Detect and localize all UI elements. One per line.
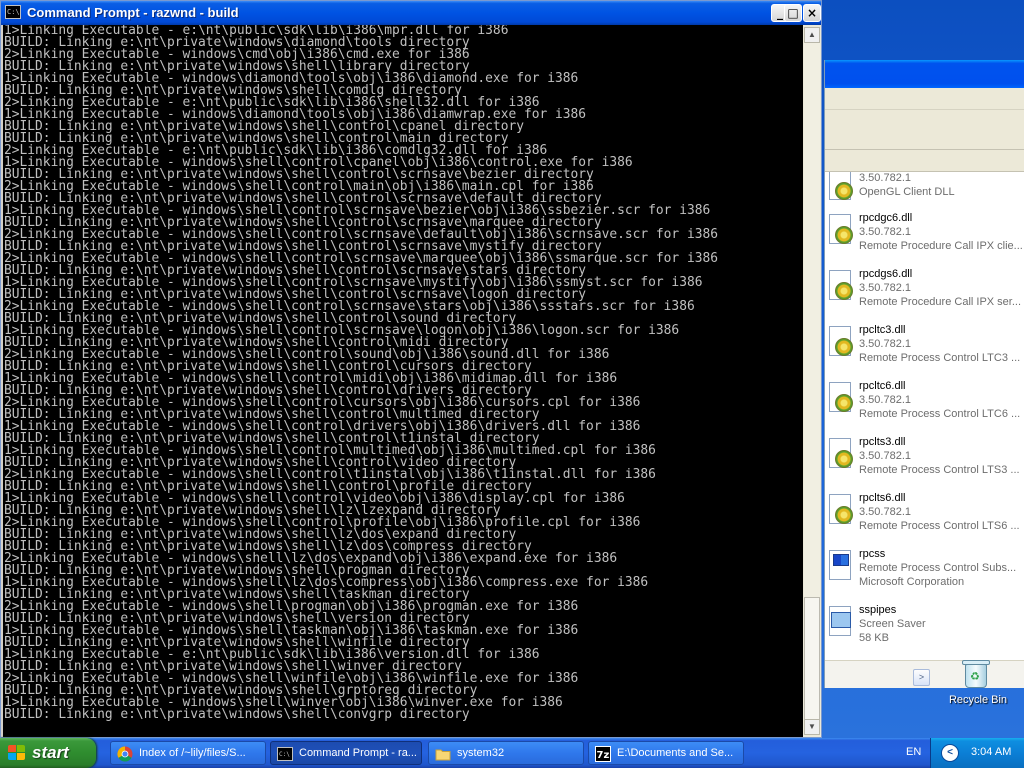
explorer-file-list[interactable]: 3.50.782.1 OpenGL Client DLL rpcdgc6.dll… [825,172,1024,660]
file-item[interactable]: rpcss Remote Process Control Subs... Mic… [825,546,1024,602]
file-company: Microsoft Corporation [859,576,965,588]
language-indicator[interactable]: EN [906,746,921,758]
svg-text:C:\: C:\ [279,751,290,758]
cmd-titlebar[interactable]: C:\ Command Prompt - razwnd - build _ □ … [1,1,821,25]
explorer-addressbar[interactable] [825,150,1024,172]
7zip-icon: 7z [595,746,611,762]
file-name: rpclts3.dll [859,436,906,448]
file-description: Remote Procedure Call IPX ser... [859,296,1022,308]
file-name: rpcltc3.dll [859,324,906,336]
console-line: BUILD: Linking e:\nt\private\windows\she… [4,707,470,722]
explorer-window[interactable]: 3.50.782.1 OpenGL Client DLL rpcdgc6.dll… [824,60,1024,688]
command-prompt-window[interactable]: C:\ Command Prompt - razwnd - build _ □ … [0,0,822,738]
file-item[interactable]: rpcdgs6.dll 3.50.782.1 Remote Procedure … [825,266,1024,322]
file-size: 58 KB [859,632,889,644]
scroll-up-button[interactable]: ▲ [804,27,820,43]
taskbar-item-label: system32 [457,747,505,759]
window-title: Command Prompt - razwnd - build [27,5,239,20]
system-tray: < 3:04 AM [930,738,1024,768]
file-description: OpenGL Client DLL [859,186,955,198]
scroll-right-button[interactable]: > [913,669,930,686]
file-description: Remote Process Control LTC6 ... [859,408,1021,420]
file-description: Remote Process Control Subs... [859,562,1017,574]
svg-text:7z: 7z [597,750,610,761]
screensaver-icon [827,606,855,640]
taskbar: start Index of /~lily/files/S... C:\ Com… [0,738,1024,768]
file-item[interactable]: rpcltc3.dll 3.50.782.1 Remote Process Co… [825,322,1024,378]
file-description: Remote Process Control LTS3 ... [859,464,1020,476]
chrome-icon [117,746,133,762]
dll-gear-icon [827,326,855,360]
recycle-bin-icon: ♻ [962,658,990,690]
taskbar-item-chrome[interactable]: Index of /~lily/files/S... [110,741,266,765]
file-version: 3.50.782.1 [859,282,911,294]
file-version: 3.50.782.1 [859,172,911,184]
file-version: 3.50.782.1 [859,226,911,238]
file-description: Remote Procedure Call IPX clie... [859,240,1023,252]
dll-gear-icon [827,270,855,304]
close-button[interactable]: × [803,4,821,22]
taskbar-item-system32[interactable]: system32 [428,741,584,765]
explorer-toolbar[interactable] [825,110,1024,150]
exe-window-icon [827,550,855,584]
explorer-titlebar[interactable] [825,60,1024,88]
windows-logo-icon [8,745,26,761]
dll-gear-icon [827,172,855,204]
file-version: 3.50.782.1 [859,338,911,350]
explorer-menubar[interactable] [825,88,1024,110]
taskbar-item-command-prompt[interactable]: C:\ Command Prompt - ra... [270,741,422,765]
file-type: Screen Saver [859,618,926,630]
taskbar-item-7zip[interactable]: 7z E:\Documents and Se... [588,741,744,765]
file-name: rpcltc6.dll [859,380,906,392]
dll-gear-icon [827,494,855,528]
file-name: rpcdgc6.dll [859,212,913,224]
recycle-bin-label: Recycle Bin [948,694,1008,706]
file-description: Remote Process Control LTC3 ... [859,352,1021,364]
file-item[interactable]: rpclts3.dll 3.50.782.1 Remote Process Co… [825,434,1024,490]
file-item[interactable]: rpcltc6.dll 3.50.782.1 Remote Process Co… [825,378,1024,434]
file-item[interactable]: sspipes Screen Saver 58 KB [825,602,1024,658]
scroll-down-button[interactable]: ▼ [804,719,820,735]
file-version: 3.50.782.1 [859,506,911,518]
taskbar-item-label: E:\Documents and Se... [617,747,734,759]
cmd-app-icon[interactable]: C:\ [5,5,21,19]
maximize-button[interactable]: □ [784,4,802,22]
file-name: rpcdgs6.dll [859,268,913,280]
recycle-bin-shortcut[interactable]: ♻ Recycle Bin [938,656,1018,716]
console-output[interactable]: 1>Linking Executable - e:\nt\public\sdk\… [3,25,803,737]
clock[interactable]: 3:04 AM [971,746,1011,758]
folder-icon [435,746,451,762]
cmd-icon: C:\ [277,746,293,762]
file-version: 3.50.782.1 [859,394,911,406]
dll-gear-icon [827,382,855,416]
file-name: rpcss [859,548,886,560]
taskbar-item-label: Command Prompt - ra... [299,747,417,759]
file-name: sspipes [859,604,897,616]
tray-arrow-icon[interactable]: < [941,744,959,762]
dll-gear-icon [827,214,855,248]
file-item[interactable]: rpcdgc6.dll 3.50.782.1 Remote Procedure … [825,210,1024,266]
taskbar-item-label: Index of /~lily/files/S... [139,747,246,759]
file-version: 3.50.782.1 [859,450,911,462]
start-label: start [32,743,69,762]
dll-gear-icon [827,438,855,472]
start-button[interactable]: start [0,738,96,768]
scroll-thumb[interactable] [804,597,820,721]
file-name: rpclts6.dll [859,492,906,504]
file-description: Remote Process Control LTS6 ... [859,520,1020,532]
vertical-scrollbar[interactable]: ▲ ▼ [803,25,821,737]
file-item[interactable]: rpclts6.dll 3.50.782.1 Remote Process Co… [825,490,1024,546]
